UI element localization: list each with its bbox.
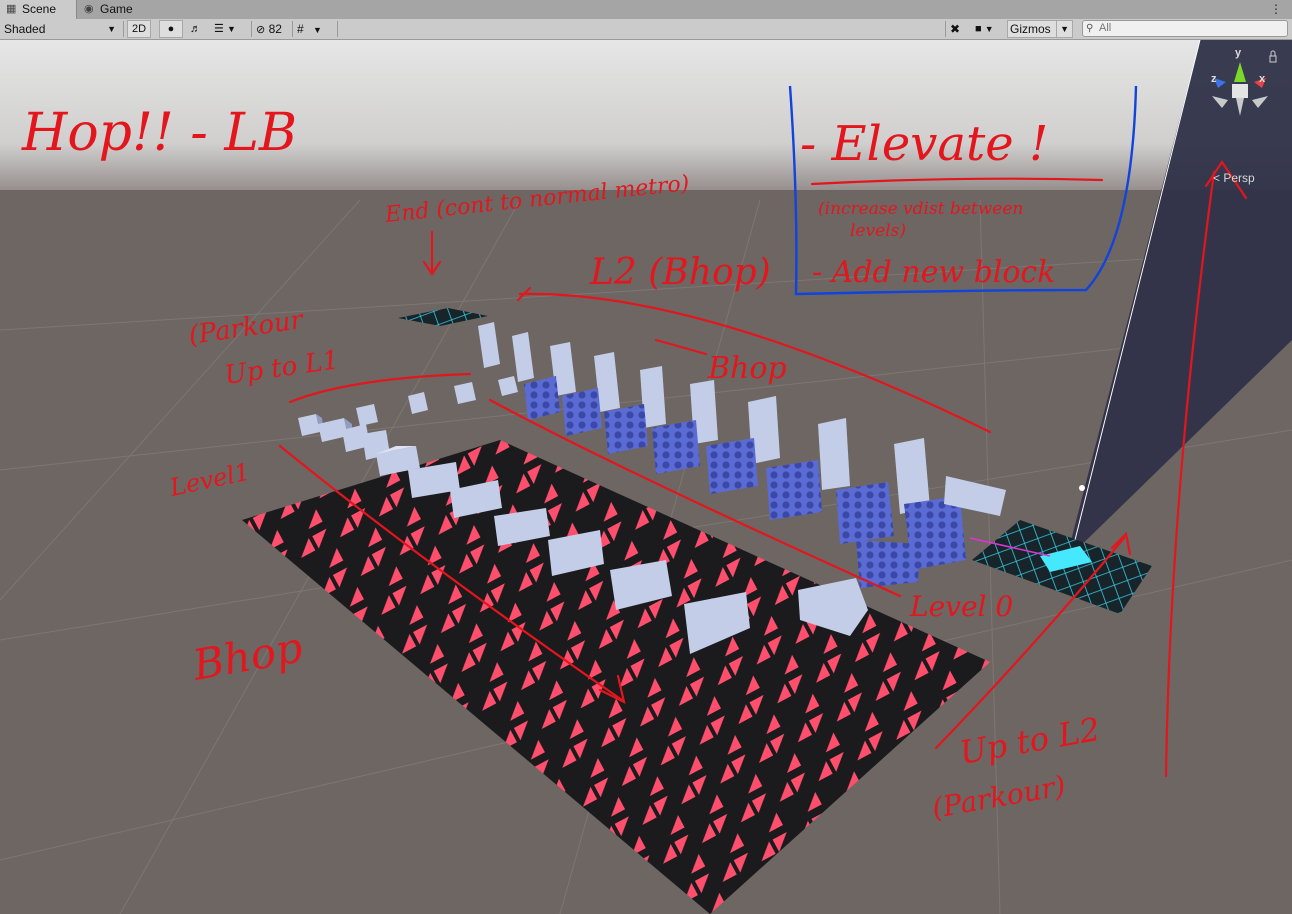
tools-button[interactable]: ✖	[950, 19, 968, 39]
scene-canvas[interactable]: Hop!! - LB - Elevate ! (increase vdist b…	[0, 40, 1292, 914]
search-input[interactable]: ⚲ All	[1082, 20, 1288, 37]
annotation-l2-bhop: L2 (Bhop)	[589, 252, 771, 293]
eye-hidden-icon: ⊘	[256, 24, 266, 36]
hex-block	[836, 482, 894, 544]
center-cube[interactable]	[1232, 84, 1248, 98]
annotation-title: Hop!! - LB	[21, 103, 297, 163]
speaker-icon: ♬	[190, 23, 201, 35]
projection-toggle[interactable]: < Persp	[1213, 171, 1255, 185]
gizmos-label: Gizmos	[1010, 22, 1051, 36]
layers-icon: ☰	[214, 23, 224, 35]
annotation-bhop-top: Bhop	[707, 351, 787, 386]
scene-toolbar: Shaded ▼ 2D ● ♬ ☰ ▼ ⊘ 82 # ▼ ✖ ■ ▼ Gizmo…	[0, 19, 1292, 40]
chevron-down-icon: ▼	[313, 25, 322, 35]
annotation-increase: (increase vdist between	[818, 199, 1023, 219]
hex-block	[706, 438, 758, 494]
chevron-left-icon: <	[1213, 171, 1221, 185]
shading-mode-dropdown[interactable]: Shaded ▼	[4, 19, 120, 39]
camera-gizmo	[1079, 485, 1085, 491]
tab-label: Game	[100, 2, 133, 16]
tab-scene[interactable]: ▦ Scene	[0, 0, 77, 19]
hidden-count: 82	[268, 22, 282, 36]
tab-bar: ▦ Scene ◉ Game ⋮	[0, 0, 1292, 20]
lightbulb-icon: ●	[167, 23, 175, 35]
2d-label: 2D	[131, 23, 147, 35]
hex-block	[604, 404, 648, 454]
grid-icon: ▦	[6, 3, 17, 15]
hex-block	[766, 460, 822, 520]
search-icon: ⚲	[1086, 23, 1094, 34]
hex-block	[652, 420, 700, 474]
audio-toggle-button[interactable]: ♬	[190, 19, 206, 39]
separator	[292, 21, 293, 37]
projection-label: Persp	[1223, 171, 1255, 185]
2d-toggle-button[interactable]: 2D	[127, 20, 151, 38]
block	[356, 404, 378, 426]
hex-block	[562, 388, 602, 436]
tab-game[interactable]: ◉ Game	[78, 0, 148, 19]
lighting-toggle-button[interactable]: ●	[159, 20, 183, 38]
scene-visibility-toggle[interactable]: ⊘ 82	[256, 19, 290, 39]
separator	[251, 21, 252, 37]
annotation-add-block: - Add new block	[812, 255, 1055, 290]
chevron-down-icon: ▼	[226, 24, 236, 34]
axis-x-label: x	[1259, 73, 1266, 85]
grid-snapping-dropdown[interactable]: # ▼	[297, 19, 333, 39]
axis-y-label: y	[1235, 47, 1242, 59]
pillar	[818, 418, 850, 490]
tab-label: Scene	[22, 2, 57, 16]
separator	[123, 21, 124, 37]
grid-icon: #	[297, 22, 304, 36]
annotation-level0: Level 0	[909, 590, 1013, 623]
gamepad-icon: ◉	[84, 3, 94, 15]
axis-z-label: z	[1211, 73, 1217, 85]
scene-viewport[interactable]: Hop!! - LB - Elevate ! (increase vdist b…	[0, 40, 1292, 914]
gizmos-dropdown[interactable]: Gizmos ▼	[1007, 20, 1073, 38]
annotation-elevate: - Elevate !	[800, 116, 1048, 172]
separator	[945, 21, 946, 37]
shading-mode-label: Shaded	[4, 22, 46, 36]
block	[454, 382, 476, 404]
camera-icon: ■	[975, 23, 982, 35]
annotation-levels: levels)	[850, 221, 906, 241]
chevron-down-icon: ▼	[107, 24, 116, 34]
chevron-down-icon: ▼	[984, 24, 994, 34]
camera-dropdown[interactable]: ■ ▼	[975, 19, 1003, 39]
more-options-icon[interactable]: ⋮	[1270, 0, 1282, 19]
separator	[337, 21, 338, 37]
effects-dropdown[interactable]: ☰ ▼	[214, 19, 244, 39]
tools-icon: ✖	[950, 22, 961, 36]
chevron-down-icon: ▼	[1056, 21, 1069, 37]
search-placeholder: All	[1099, 22, 1112, 34]
